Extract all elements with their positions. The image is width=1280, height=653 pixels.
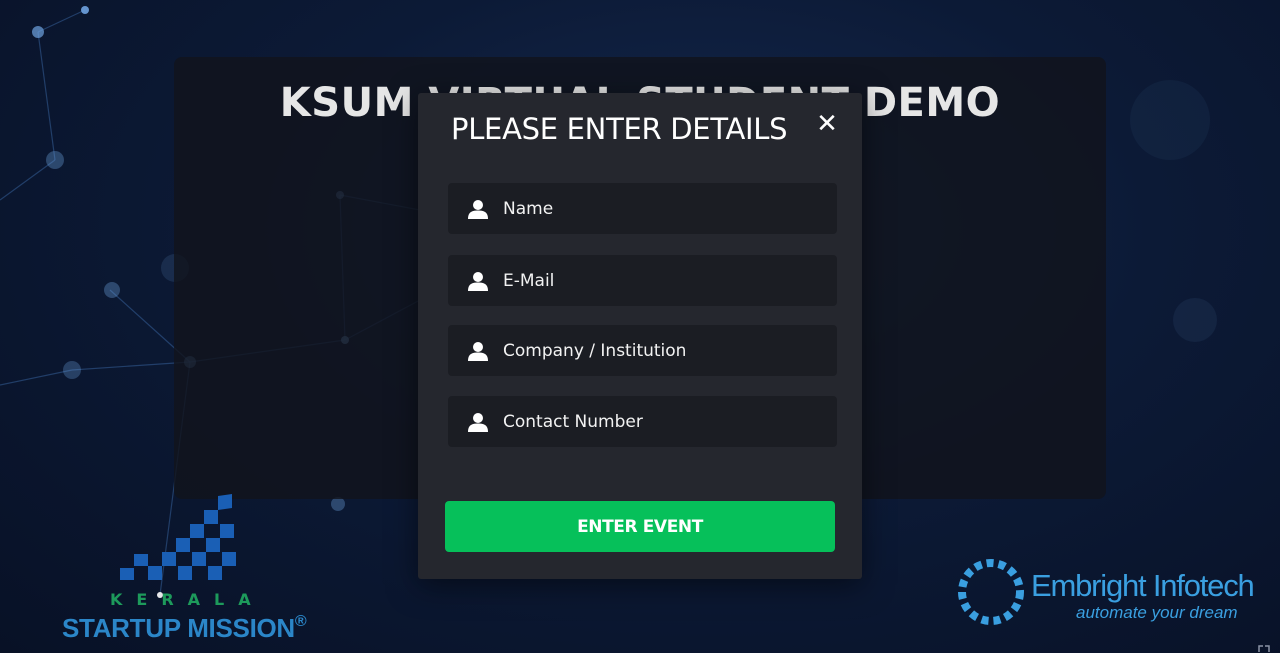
ksum-checker-icon bbox=[120, 494, 236, 580]
email-field[interactable] bbox=[448, 255, 837, 306]
contact-number-input[interactable] bbox=[503, 396, 823, 447]
enter-event-button[interactable]: ENTER EVENT bbox=[445, 501, 835, 552]
user-icon bbox=[468, 200, 488, 219]
ksum-logo: KERALA STARTUP MISSION® bbox=[60, 494, 330, 644]
name-field[interactable] bbox=[448, 183, 837, 234]
company-field[interactable] bbox=[448, 325, 837, 376]
ksum-name: STARTUP MISSION® bbox=[62, 613, 307, 643]
fullscreen-icon[interactable] bbox=[1258, 643, 1270, 653]
user-icon bbox=[468, 413, 488, 432]
embright-tagline: automate your dream bbox=[1076, 603, 1238, 622]
user-icon bbox=[468, 272, 488, 291]
modal-title: PLEASE ENTER DETAILS bbox=[451, 112, 788, 146]
name-input[interactable] bbox=[503, 183, 823, 234]
embright-logo: Embright Infotech automate your dream bbox=[955, 556, 1265, 636]
company-input[interactable] bbox=[503, 325, 823, 376]
user-icon bbox=[468, 342, 488, 361]
details-modal: PLEASE ENTER DETAILS ✕ ENTER EVENT bbox=[418, 93, 862, 579]
email-input[interactable] bbox=[503, 255, 823, 306]
embright-ring-icon bbox=[958, 559, 1024, 625]
close-icon[interactable]: ✕ bbox=[814, 111, 840, 137]
contact-number-field[interactable] bbox=[448, 396, 837, 447]
embright-name: Embright Infotech bbox=[1031, 568, 1255, 603]
ksum-kerala-text: KERALA bbox=[110, 590, 265, 609]
